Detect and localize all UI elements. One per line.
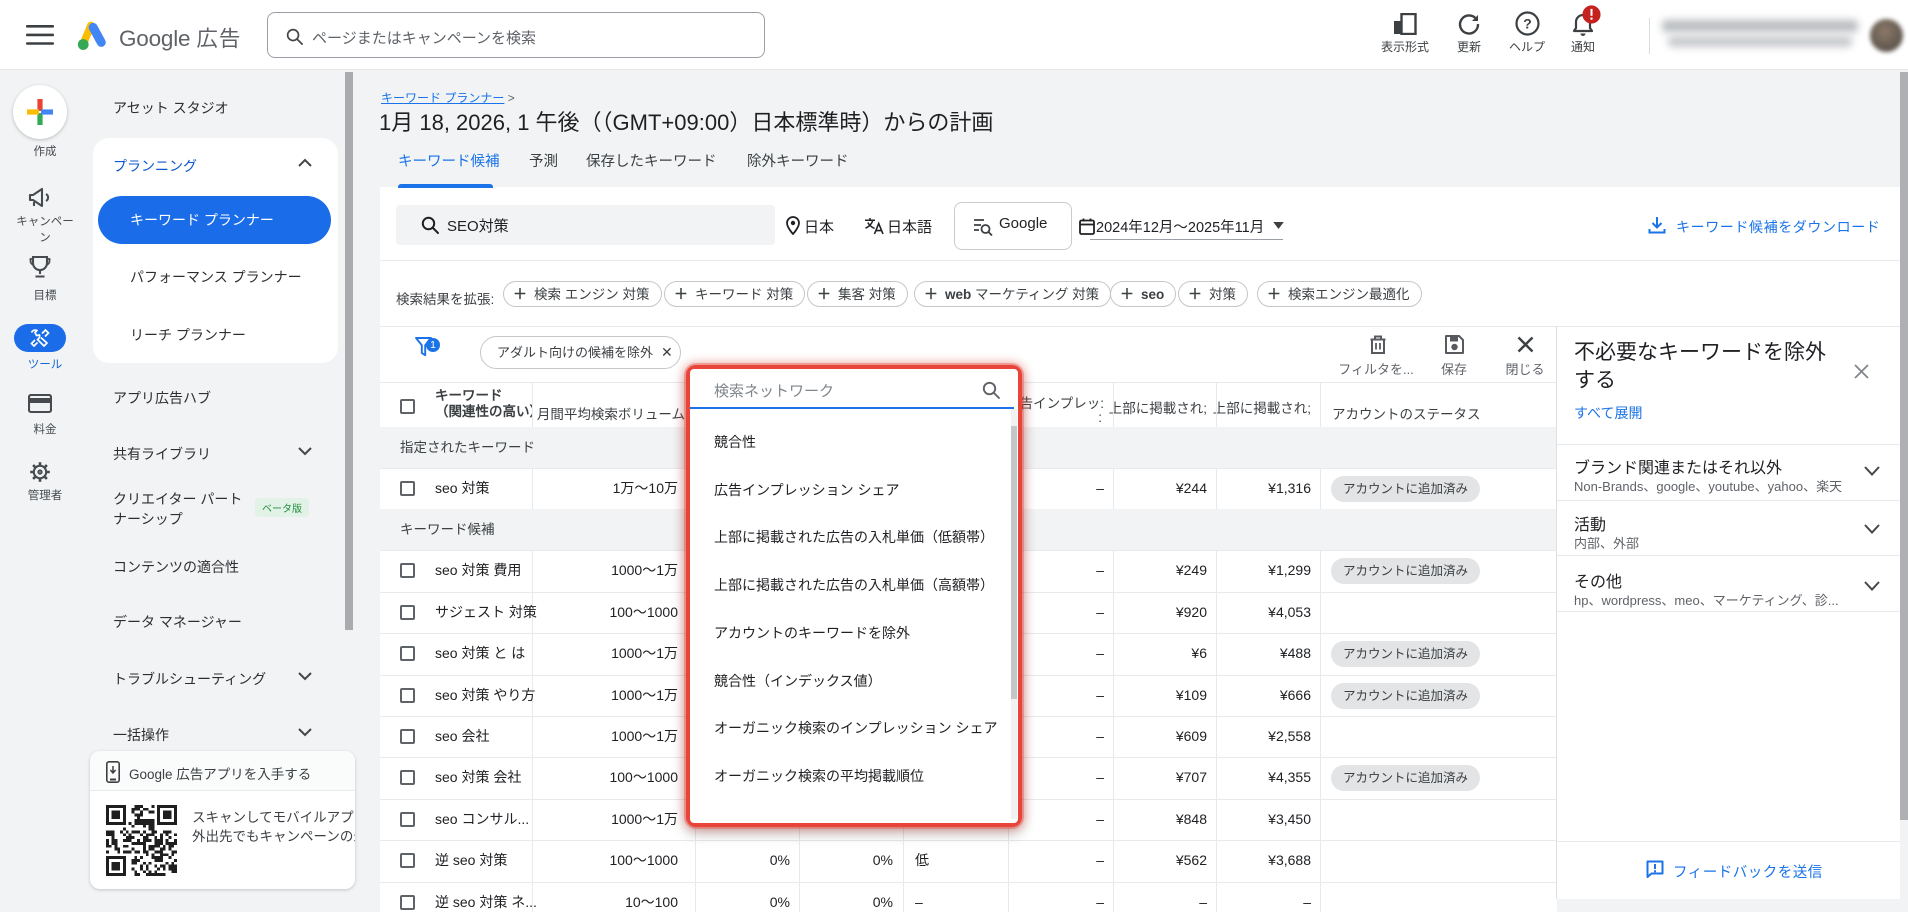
svg-text:?: ? [1523,16,1532,32]
